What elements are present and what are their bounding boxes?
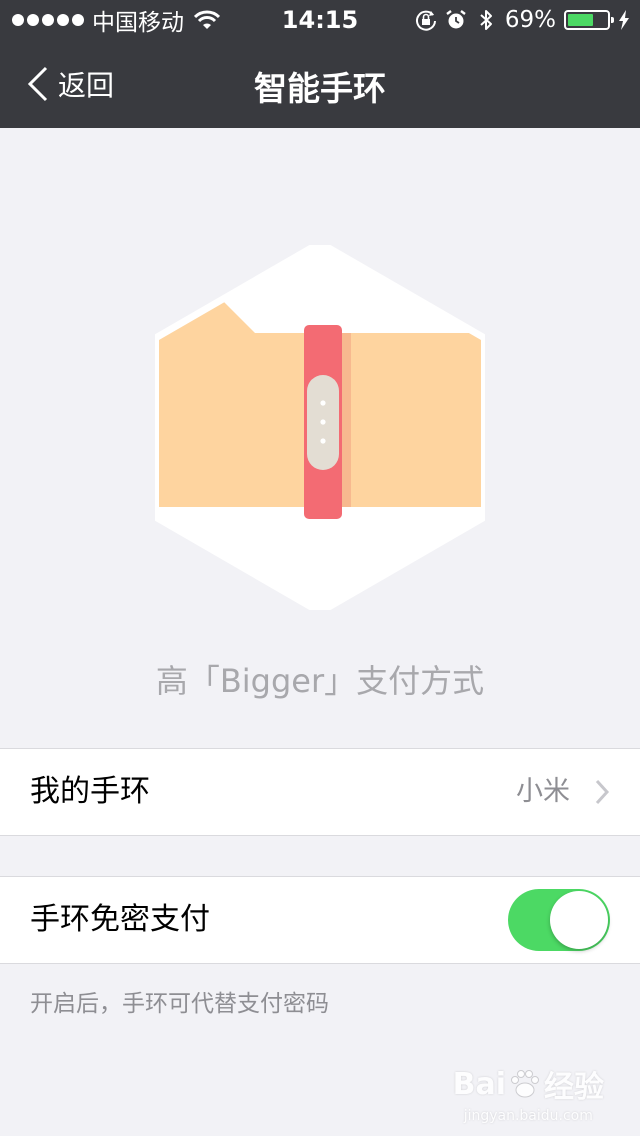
chevron-right-icon bbox=[595, 779, 610, 805]
toggle-knob bbox=[550, 891, 608, 949]
rotation-lock-icon bbox=[415, 10, 436, 31]
nav-bar: 返回 智能手环 bbox=[0, 40, 640, 128]
alarm-icon bbox=[446, 10, 466, 29]
password-free-toggle[interactable] bbox=[508, 889, 610, 951]
password-free-cell: 手环免密支付 bbox=[0, 876, 640, 964]
paw-icon bbox=[511, 1070, 539, 1098]
charging-bolt-icon bbox=[619, 10, 629, 30]
my-band-label: 我的手环 bbox=[30, 774, 150, 809]
slogan: 高「Bigger」支付方式 bbox=[155, 662, 485, 700]
password-free-label: 手环免密支付 bbox=[30, 902, 210, 937]
my-band-cell[interactable]: 我的手环 小米 bbox=[0, 748, 640, 836]
smart-band-illustration bbox=[155, 245, 485, 610]
watermark-url: jingyan.baidu.com bbox=[463, 1108, 593, 1124]
baidu-jingyan-watermark: Bai 经验 jingyan.baidu.com bbox=[453, 1062, 604, 1125]
bluetooth-icon bbox=[480, 10, 492, 30]
status-right: 69% bbox=[415, 6, 630, 34]
battery-icon bbox=[564, 10, 614, 30]
screen: 中国移动 14:15 69% 返回 智能手环 高「Bigger」支付方式 我的手… bbox=[0, 0, 640, 1136]
watermark-logo: Bai 经验 bbox=[453, 1062, 604, 1106]
watermark-logo-right: 经验 bbox=[544, 1070, 604, 1105]
header: 中国移动 14:15 69% 返回 智能手环 bbox=[0, 0, 640, 128]
my-band-value: 小米 bbox=[516, 776, 570, 807]
status-bar: 中国移动 14:15 69% bbox=[0, 0, 640, 40]
page-title: 智能手环 bbox=[254, 69, 386, 108]
watermark-logo-left: Bai bbox=[452, 1066, 506, 1102]
battery-percent: 69% bbox=[504, 7, 556, 33]
battery-fill bbox=[568, 14, 593, 26]
password-free-note: 开启后，手环可代替支付密码 bbox=[30, 991, 329, 1017]
